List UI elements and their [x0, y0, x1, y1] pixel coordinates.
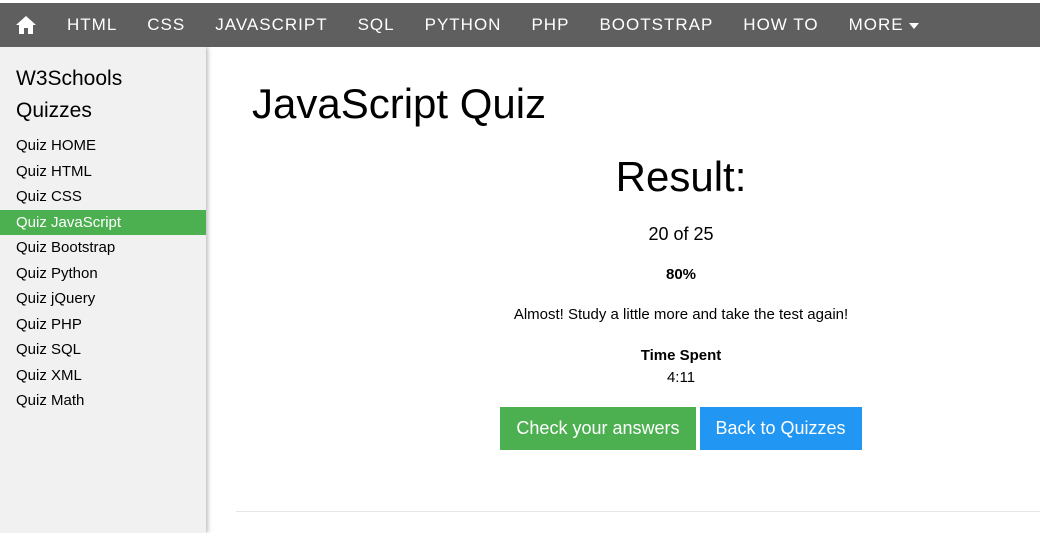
- home-icon: [16, 16, 36, 34]
- nav-sql[interactable]: SQL: [343, 3, 410, 47]
- sidebar-item-quiz-javascript[interactable]: Quiz JavaScript: [0, 209, 206, 235]
- top-navbar: HTML CSS JAVASCRIPT SQL PYTHON PHP BOOTS…: [0, 3, 1040, 47]
- sidebar-item-quiz-xml[interactable]: Quiz XML: [0, 363, 206, 389]
- nav-html[interactable]: HTML: [52, 3, 132, 47]
- result-panel: Result: 20 of 25 80% Almost! Study a lit…: [236, 151, 1040, 450]
- sidebar-title-line2: Quizzes: [16, 99, 92, 122]
- nav-bootstrap[interactable]: BOOTSTRAP: [584, 3, 728, 47]
- sidebar-title: W3Schools Quizzes: [0, 47, 206, 133]
- sidebar-item-quiz-sql[interactable]: Quiz SQL: [0, 337, 206, 363]
- home-button[interactable]: [0, 3, 52, 47]
- nav-css[interactable]: CSS: [132, 3, 200, 47]
- sidebar-item-quiz-php[interactable]: Quiz PHP: [0, 312, 206, 338]
- sidebar-item-quiz-jquery[interactable]: Quiz jQuery: [0, 286, 206, 312]
- sidebar-title-line1: W3Schools: [16, 67, 123, 90]
- time-spent-value: 4:11: [666, 369, 696, 386]
- result-heading: Result:: [615, 153, 747, 200]
- sidebar-item-quiz-home[interactable]: Quiz HOME: [0, 133, 206, 159]
- nav-php[interactable]: PHP: [516, 3, 584, 47]
- sidebar-item-quiz-python[interactable]: Quiz Python: [0, 261, 206, 287]
- nav-more-dropdown[interactable]: MORE: [834, 3, 934, 47]
- back-to-quizzes-button[interactable]: Back to Quizzes: [699, 407, 862, 450]
- check-answers-button[interactable]: Check your answers: [500, 407, 696, 450]
- result-message: Almost! Study a little more and take the…: [513, 306, 849, 323]
- main-content: JavaScript Quiz Result: 20 of 25 80% Alm…: [206, 47, 1040, 533]
- score-text: 20 of 25: [648, 224, 714, 244]
- divider: [236, 511, 1040, 512]
- sidebar-item-quiz-math[interactable]: Quiz Math: [0, 388, 206, 414]
- score-percent: 80%: [665, 266, 697, 283]
- page-title: JavaScript Quiz: [252, 80, 547, 127]
- nav-javascript[interactable]: JAVASCRIPT: [200, 3, 342, 47]
- caret-down-icon: [908, 23, 919, 29]
- nav-more-label: MORE: [848, 15, 904, 34]
- nav-python[interactable]: PYTHON: [410, 3, 517, 47]
- sidebar-item-quiz-html[interactable]: Quiz HTML: [0, 159, 206, 185]
- sidebar-item-quiz-css[interactable]: Quiz CSS: [0, 184, 206, 210]
- result-actions: Check your answers Back to Quizzes: [236, 407, 1040, 450]
- sidebar: W3Schools Quizzes Quiz HOME Quiz HTML Qu…: [0, 47, 206, 533]
- sidebar-item-quiz-bootstrap[interactable]: Quiz Bootstrap: [0, 235, 206, 261]
- time-spent-label: Time Spent: [640, 347, 722, 364]
- nav-how-to[interactable]: HOW TO: [728, 3, 833, 47]
